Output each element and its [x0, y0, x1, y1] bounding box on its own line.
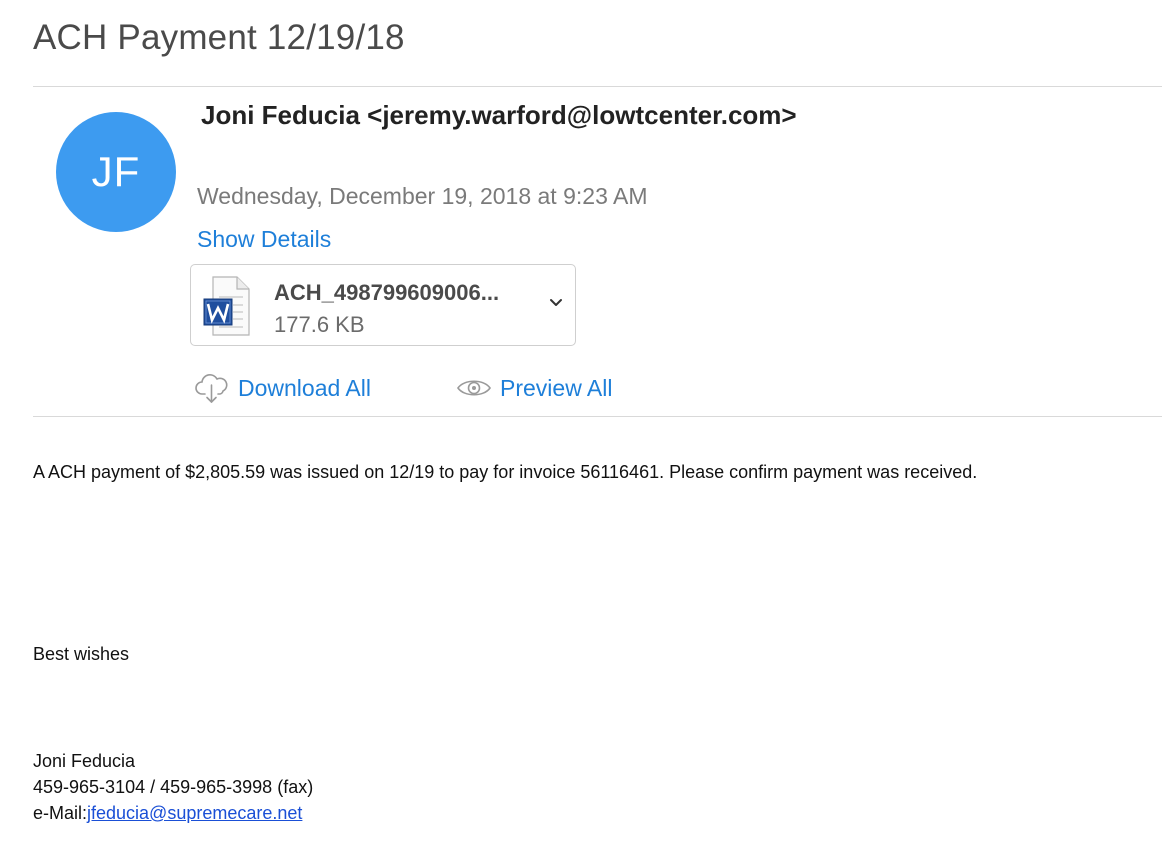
signature-phone: 459-965-3104 / 459-965-3998 (fax) — [33, 777, 314, 797]
download-all-label: Download All — [238, 374, 371, 401]
message-subject: ACH Payment 12/19/18 — [33, 18, 405, 57]
preview-all-label: Preview All — [500, 374, 613, 401]
sender-avatar: JF — [56, 112, 176, 232]
signature-email-line: e-Mail:jfeducia@supremecare.net — [33, 800, 313, 826]
header-divider — [33, 86, 1162, 87]
signature-email-prefix: e-Mail: — [33, 803, 88, 823]
word-document-icon — [203, 276, 250, 336]
message-body-paragraph: A ACH payment of $2,805.59 was issued on… — [33, 462, 978, 482]
attachment-size: 177.6 KB — [274, 312, 365, 337]
signature-block: Joni Feducia 459-965-3104 / 459-965-3998… — [33, 748, 313, 826]
cloud-download-icon — [195, 374, 228, 403]
download-all-button[interactable]: Download All — [194, 372, 371, 404]
sender-initials: JF — [91, 148, 141, 195]
signature-email-link[interactable]: jfeducia@supremecare.net — [87, 803, 302, 823]
preview-all-button[interactable]: Preview All — [456, 372, 612, 404]
sender-address[interactable]: Joni Feducia <jeremy.warford@lowtcenter.… — [201, 100, 797, 131]
body-divider — [33, 416, 1162, 417]
show-details-link[interactable]: Show Details — [197, 226, 331, 253]
attachment-name: ACH_498799609006... — [274, 280, 500, 305]
attachment-card[interactable]: ACH_498799609006... 177.6 KB — [190, 264, 576, 346]
eye-icon — [457, 380, 491, 396]
message-date: Wednesday, December 19, 2018 at 9:23 AM — [197, 183, 648, 209]
chevron-down-icon[interactable] — [549, 298, 563, 308]
message-closing: Best wishes — [33, 644, 130, 664]
signature-name: Joni Feducia — [33, 751, 136, 771]
